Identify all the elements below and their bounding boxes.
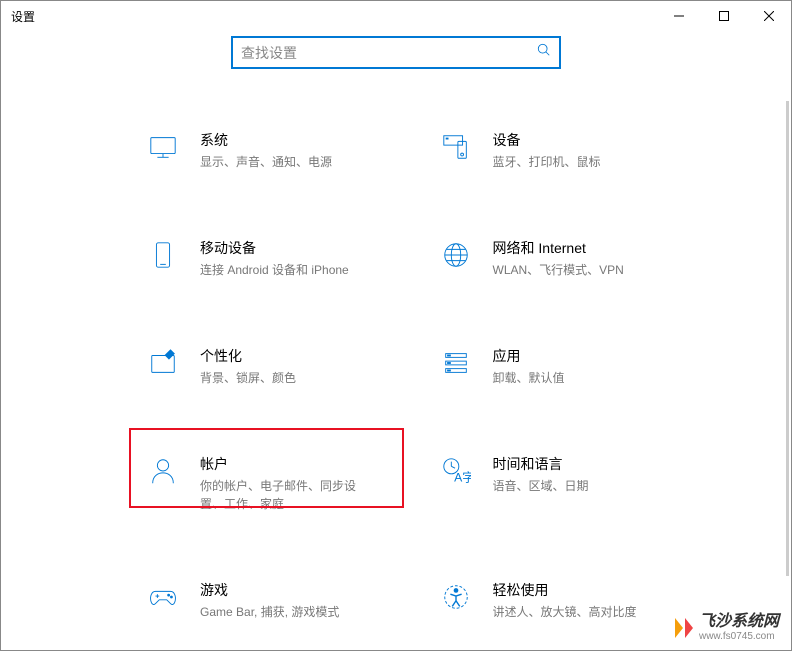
item-title: 时间和语言 xyxy=(493,454,589,474)
item-network[interactable]: 网络和 Internet WLAN、飞行模式、VPN xyxy=(439,232,732,285)
svg-text:A字: A字 xyxy=(454,469,471,484)
minimize-icon xyxy=(674,11,684,21)
item-personalization[interactable]: 个性化 背景、锁屏、颜色 xyxy=(146,340,439,393)
time-language-icon: A字 xyxy=(439,454,473,488)
item-desc: 蓝牙、打印机、鼠标 xyxy=(493,153,601,171)
search-box[interactable] xyxy=(231,36,561,69)
item-gaming[interactable]: 游戏 Game Bar, 捕获, 游戏模式 xyxy=(146,574,439,627)
search-row xyxy=(1,31,791,79)
item-text: 帐户 你的帐户、电子邮件、同步设置、工作、家庭 xyxy=(200,454,370,513)
item-text: 系统 显示、声音、通知、电源 xyxy=(200,130,332,171)
item-desc: Game Bar, 捕获, 游戏模式 xyxy=(200,603,339,621)
maximize-icon xyxy=(719,11,729,21)
item-system[interactable]: 系统 显示、声音、通知、电源 xyxy=(146,124,439,177)
titlebar: 设置 xyxy=(1,1,791,31)
item-desc: 显示、声音、通知、电源 xyxy=(200,153,332,171)
phone-icon xyxy=(146,238,180,272)
close-button[interactable] xyxy=(746,1,791,31)
item-title: 游戏 xyxy=(200,580,339,600)
devices-icon xyxy=(439,130,473,164)
search-icon xyxy=(537,43,551,62)
personalization-icon xyxy=(146,346,180,380)
item-desc: 连接 Android 设备和 iPhone xyxy=(200,261,349,279)
item-text: 个性化 背景、锁屏、颜色 xyxy=(200,346,296,387)
close-icon xyxy=(764,11,774,21)
watermark-logo xyxy=(675,618,693,638)
scrollbar[interactable] xyxy=(786,101,789,576)
item-title: 系统 xyxy=(200,130,332,150)
gaming-icon xyxy=(146,580,180,614)
settings-window: 设置 系统 xyxy=(0,0,792,651)
item-title: 移动设备 xyxy=(200,238,349,258)
item-title: 帐户 xyxy=(200,454,370,474)
item-text: 时间和语言 语音、区域、日期 xyxy=(493,454,589,495)
item-text: 游戏 Game Bar, 捕获, 游戏模式 xyxy=(200,580,339,621)
search-input[interactable] xyxy=(241,45,537,61)
item-text: 轻松使用 讲述人、放大镜、高对比度 xyxy=(493,580,637,621)
window-controls xyxy=(656,1,791,31)
window-title: 设置 xyxy=(11,8,35,25)
item-desc: 卸载、默认值 xyxy=(493,369,565,387)
item-devices[interactable]: 设备 蓝牙、打印机、鼠标 xyxy=(439,124,732,177)
apps-icon xyxy=(439,346,473,380)
watermark-main: 飞沙系统网 xyxy=(699,613,779,631)
network-icon xyxy=(439,238,473,272)
ease-of-access-icon xyxy=(439,580,473,614)
item-phone[interactable]: 移动设备 连接 Android 设备和 iPhone xyxy=(146,232,439,285)
item-desc: WLAN、飞行模式、VPN xyxy=(493,261,624,279)
item-time-language[interactable]: A字 时间和语言 语音、区域、日期 xyxy=(439,448,732,519)
settings-grid: 系统 显示、声音、通知、电源 设备 蓝牙、打印机、鼠标 移动设备 xyxy=(1,124,791,627)
watermark-sub: www.fs0745.com xyxy=(699,631,779,642)
item-text: 移动设备 连接 Android 设备和 iPhone xyxy=(200,238,349,279)
item-desc: 语音、区域、日期 xyxy=(493,477,589,495)
item-text: 网络和 Internet WLAN、飞行模式、VPN xyxy=(493,238,624,279)
system-icon xyxy=(146,130,180,164)
content: 系统 显示、声音、通知、电源 设备 蓝牙、打印机、鼠标 移动设备 xyxy=(1,79,791,627)
item-title: 设备 xyxy=(493,130,601,150)
minimize-button[interactable] xyxy=(656,1,701,31)
item-title: 个性化 xyxy=(200,346,296,366)
item-text: 设备 蓝牙、打印机、鼠标 xyxy=(493,130,601,171)
maximize-button[interactable] xyxy=(701,1,746,31)
item-accounts[interactable]: 帐户 你的帐户、电子邮件、同步设置、工作、家庭 xyxy=(146,448,439,519)
item-apps[interactable]: 应用 卸载、默认值 xyxy=(439,340,732,393)
item-text: 应用 卸载、默认值 xyxy=(493,346,565,387)
item-title: 应用 xyxy=(493,346,565,366)
accounts-icon xyxy=(146,454,180,488)
watermark: 飞沙系统网 www.fs0745.com xyxy=(675,613,779,642)
item-title: 轻松使用 xyxy=(493,580,637,600)
item-desc: 你的帐户、电子邮件、同步设置、工作、家庭 xyxy=(200,477,370,513)
item-desc: 讲述人、放大镜、高对比度 xyxy=(493,603,637,621)
watermark-text: 飞沙系统网 www.fs0745.com xyxy=(699,613,779,642)
item-desc: 背景、锁屏、颜色 xyxy=(200,369,296,387)
item-title: 网络和 Internet xyxy=(493,238,624,258)
